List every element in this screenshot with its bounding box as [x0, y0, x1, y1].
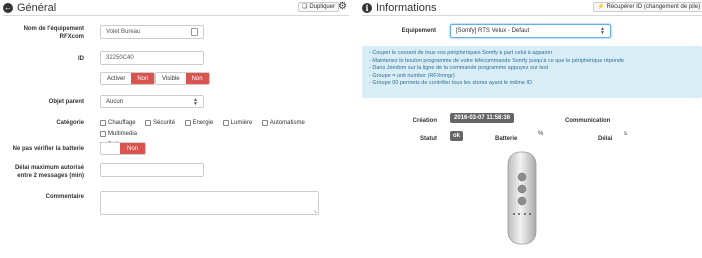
parent-select[interactable]: Aucun ▲ ▼ [100, 95, 204, 108]
updown-arrows-icon: ▲ ▼ [600, 26, 605, 36]
equipment-select[interactable]: [Somfy] RTS Velux - Défaut ▲ ▼ [450, 24, 611, 38]
status-label: Statut [420, 136, 437, 142]
delay-max-input[interactable] [100, 163, 204, 177]
id-input[interactable]: 32250C40 [100, 51, 204, 65]
creation-label: Création [412, 118, 437, 124]
device-name-label: Nom de l'équipement RFXcom [23, 26, 84, 40]
info-line: - Maintenez le bouton programme de votre… [369, 57, 625, 64]
activate-toggle[interactable]: Activer Non [100, 72, 156, 85]
info-line: - Groupe = unit number (RFXmngr) [369, 72, 455, 79]
info-line: - Couper le courant de tous vos périphér… [369, 50, 553, 56]
category-label: Catégorie [56, 120, 84, 126]
informations-panel-title: i Informations [362, 2, 437, 14]
contact-card-icon [191, 28, 198, 36]
general-panel-title: ← Général [3, 2, 56, 14]
parent-value: Aucun [106, 98, 124, 105]
info-circle-icon: i [362, 3, 372, 13]
delay-max-label: Délai maximum autorisé entre 2 messages … [14, 165, 84, 179]
category-checkbox-chauffage[interactable]: Chauffage [100, 118, 136, 128]
device-name-value: Volet Bureau [106, 29, 141, 35]
general-title-text: Général [17, 2, 57, 14]
category-checkbox-energie[interactable]: Energie [184, 118, 213, 128]
pairing-info-box: - Couper le courant de tous vos périphér… [362, 46, 702, 98]
id-label: ID [78, 56, 84, 62]
category-checkbox-multimedia[interactable]: Multimedia [100, 129, 137, 139]
battery-unit: % [538, 131, 544, 137]
back-arrow-circle-icon[interactable]: ← [3, 3, 13, 13]
recover-id-label: Récupérer ID (changement de pile) [606, 4, 701, 10]
duplicate-button[interactable]: ❏ Dupliquer [298, 2, 340, 12]
activate-label: Activer [101, 73, 132, 84]
battery-check-label: Ne pas vérifier la batterie [12, 146, 84, 152]
equipment-value: [Somfy] RTS Velux - Défaut [456, 28, 530, 34]
visible-label: Visible [156, 73, 186, 84]
toggle-off-area[interactable] [101, 143, 120, 154]
duplicate-label: Dupliquer [309, 4, 336, 10]
category-checkbox-lumiere[interactable]: Lumière [222, 118, 252, 128]
info-line: - Dans Jeedom sur la ligne de la command… [369, 65, 549, 72]
updown-arrows-icon: ▲ ▼ [193, 96, 198, 107]
equipment-label: Equipement [401, 28, 436, 34]
visible-state[interactable]: Non [185, 73, 209, 84]
device-name-input[interactable]: Volet Bureau [100, 25, 204, 39]
category-checkbox-securite[interactable]: Sécurité [145, 118, 175, 128]
copy-icon: ❏ [302, 4, 308, 10]
delay-unit: s [624, 131, 627, 137]
creation-date-badge: 2016-03-07 11:58:36 [450, 113, 515, 123]
comment-label: Commentaire [45, 194, 84, 200]
communication-label: Communication [565, 118, 611, 124]
bolt-icon: ⚡ [597, 4, 605, 10]
visible-toggle[interactable]: Visible Non [155, 72, 210, 85]
recover-id-button[interactable]: ⚡ Récupérer ID (changement de pile) [593, 2, 702, 12]
battery-check-state[interactable]: Non [120, 143, 145, 154]
general-divider [3, 15, 349, 16]
delay-label: Délai [598, 136, 613, 142]
activate-state[interactable]: Non [131, 73, 155, 84]
resize-handle-icon[interactable]: ↘ [313, 209, 317, 215]
parent-label: Objet parent [48, 99, 84, 105]
id-value: 32250C40 [106, 55, 134, 61]
informations-title-text: Informations [376, 2, 437, 14]
battery-check-toggle[interactable]: Non [100, 142, 146, 155]
category-checkbox-automatisme[interactable]: Automatisme [261, 118, 305, 128]
info-line: - Groupe 00 permets de contrôler tous le… [369, 80, 532, 87]
comment-textarea[interactable] [100, 191, 319, 215]
cogs-icon[interactable]: ⚙ [338, 1, 347, 12]
status-badge: ok [450, 131, 464, 141]
somfy-remote-image [507, 151, 537, 245]
battery-label: Batterie [495, 136, 518, 142]
informations-divider [362, 15, 702, 16]
